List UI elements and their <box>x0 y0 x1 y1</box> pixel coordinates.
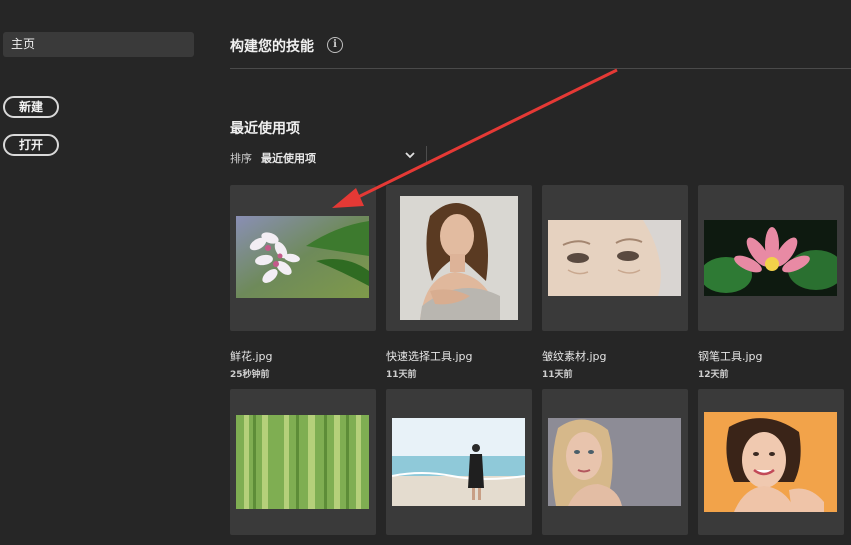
main-content: 构建您的技能 i 最近使用项 排序 最近使用项 鲜花.jpg 25秒钟前 快速选… <box>230 0 851 545</box>
file-card-quick-select[interactable] <box>386 185 532 331</box>
file-time: 12天前 <box>698 370 729 380</box>
sort-dropdown[interactable]: 最近使用项 <box>261 150 316 166</box>
file-card-smiling-woman[interactable] <box>698 389 844 535</box>
open-button[interactable]: 打开 <box>3 134 59 156</box>
nav-home[interactable]: 主页 <box>3 32 194 57</box>
flower-thumbnail <box>236 216 369 298</box>
file-name[interactable]: 鲜花.jpg <box>230 348 273 364</box>
section-divider <box>230 68 851 69</box>
smiling-woman-thumbnail <box>704 412 837 512</box>
build-skills-title: 构建您的技能 <box>230 39 314 55</box>
file-time: 11天前 <box>542 370 573 380</box>
forest-thumbnail <box>236 415 369 509</box>
file-name[interactable]: 钢笔工具.jpg <box>698 348 763 364</box>
beach-thumbnail <box>392 418 525 506</box>
new-button[interactable]: 新建 <box>3 96 59 118</box>
portrait-woman-thumbnail <box>400 196 518 320</box>
file-card-flower[interactable] <box>230 185 376 331</box>
file-card-wrinkles[interactable] <box>542 185 688 331</box>
sort-label: 排序 <box>230 152 252 165</box>
lotus-thumbnail <box>704 220 837 296</box>
file-card-forest[interactable] <box>230 389 376 535</box>
file-time: 11天前 <box>386 370 417 380</box>
sort-separator <box>426 146 427 164</box>
chevron-down-icon[interactable] <box>405 150 415 160</box>
file-card-beach[interactable] <box>386 389 532 535</box>
woman-face-thumbnail <box>548 418 681 506</box>
file-time: 25秒钟前 <box>230 370 270 380</box>
sidebar: 主页 新建 打开 <box>0 0 210 545</box>
file-name[interactable]: 皱纹素材.jpg <box>542 348 607 364</box>
recent-title: 最近使用项 <box>230 121 300 137</box>
file-card-woman-face[interactable] <box>542 389 688 535</box>
info-icon[interactable]: i <box>327 37 343 53</box>
file-name[interactable]: 快速选择工具.jpg <box>386 348 473 364</box>
elderly-face-thumbnail <box>548 220 681 296</box>
file-card-pen-tool[interactable] <box>698 185 844 331</box>
